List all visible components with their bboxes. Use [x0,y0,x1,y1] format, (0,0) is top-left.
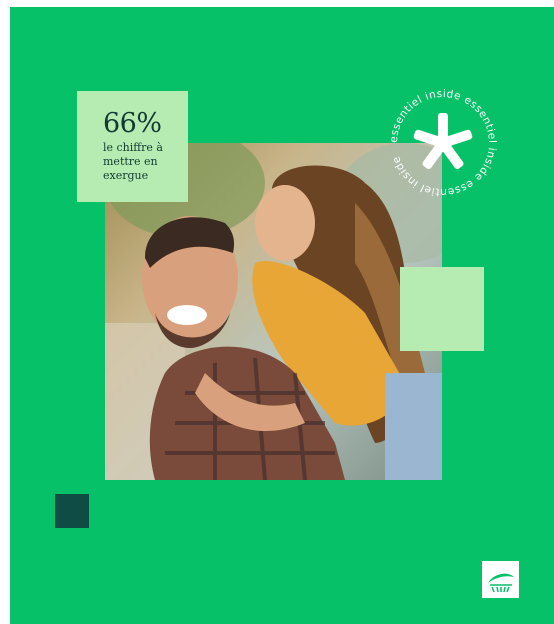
brand-logo-icon [488,573,514,593]
essentiel-inside-badge: essentiel inside essentiel inside essent… [383,83,503,203]
stat-caption: le chiffre à mettre en exergue [103,141,163,182]
asterisk-icon [413,113,473,170]
stat-box: 66% le chiffre à mettre en exergue [77,91,188,202]
decorative-square-light [400,267,484,351]
brand-logo [482,561,519,598]
stat-value: 66% [103,108,162,139]
decorative-square-dark [55,494,89,528]
